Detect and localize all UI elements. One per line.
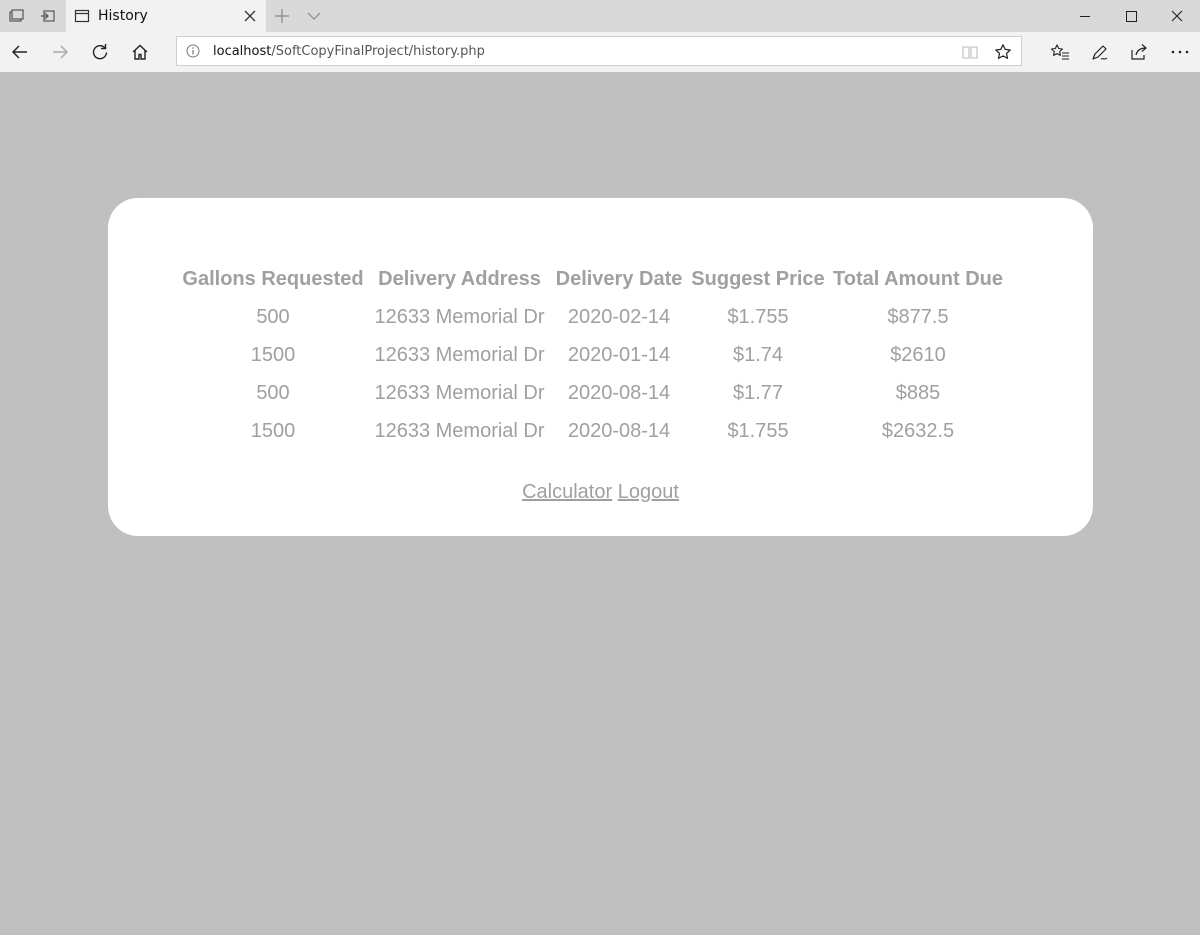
navigation-toolbar: localhost/SoftCopyFinalProject/history.p… bbox=[0, 32, 1200, 72]
header-delivery-date: Delivery Date bbox=[555, 267, 683, 290]
cell-price: $1.755 bbox=[727, 419, 789, 442]
cell-date: 2020-02-14 bbox=[567, 305, 671, 328]
calculator-link[interactable]: Calculator bbox=[522, 481, 612, 503]
table-row: 1500 12633 Memorial Dr 2020-01-14 $1.74 … bbox=[182, 336, 1003, 374]
header-gallons-requested: Gallons Requested bbox=[182, 267, 364, 290]
page-icon bbox=[74, 8, 90, 24]
cell-date: 2020-01-14 bbox=[567, 343, 671, 366]
logout-link[interactable]: Logout bbox=[618, 481, 679, 503]
cell-price: $1.755 bbox=[727, 305, 789, 328]
cell-gallons: 1500 bbox=[250, 343, 296, 366]
nav-links: Calculator Logout bbox=[108, 481, 1093, 504]
refresh-icon[interactable] bbox=[90, 42, 110, 62]
share-icon[interactable] bbox=[1129, 42, 1149, 62]
tab-history[interactable]: History bbox=[66, 0, 266, 32]
table-header-row: Gallons Requested Delivery Address Deliv… bbox=[182, 260, 1003, 298]
address-bar[interactable]: localhost/SoftCopyFinalProject/history.p… bbox=[176, 36, 1022, 66]
cell-total: $877.5 bbox=[887, 305, 949, 328]
reading-view-icon[interactable] bbox=[961, 43, 979, 61]
table-row: 500 12633 Memorial Dr 2020-02-14 $1.755 … bbox=[182, 298, 1003, 336]
back-arrow-icon[interactable] bbox=[10, 42, 30, 62]
cell-gallons: 500 bbox=[256, 381, 290, 404]
cell-price: $1.77 bbox=[732, 381, 784, 404]
cell-date: 2020-08-14 bbox=[567, 419, 671, 442]
url-host: localhost bbox=[213, 44, 272, 59]
web-note-pen-icon[interactable] bbox=[1090, 42, 1110, 62]
cell-date: 2020-08-14 bbox=[567, 381, 671, 404]
tab-groups-icon[interactable] bbox=[6, 6, 26, 26]
close-window-icon[interactable] bbox=[1167, 6, 1187, 26]
cell-price: $1.74 bbox=[732, 343, 784, 366]
tab-bar: History bbox=[0, 0, 1200, 32]
maximize-icon[interactable] bbox=[1121, 6, 1141, 26]
close-tab-icon[interactable] bbox=[242, 8, 258, 24]
cell-total: $885 bbox=[895, 381, 941, 404]
cell-total: $2632.5 bbox=[881, 419, 955, 442]
cell-total: $2610 bbox=[890, 343, 946, 366]
more-options-icon[interactable] bbox=[1170, 42, 1190, 62]
cell-address: 12633 Memorial Dr bbox=[374, 381, 545, 404]
minimize-icon[interactable] bbox=[1075, 6, 1095, 26]
header-total-amount-due: Total Amount Due bbox=[833, 267, 1003, 290]
set-aside-tabs-icon[interactable] bbox=[38, 6, 58, 26]
history-table: Gallons Requested Delivery Address Deliv… bbox=[174, 260, 1011, 450]
header-suggest-price: Suggest Price bbox=[691, 267, 825, 290]
new-tab-icon[interactable] bbox=[272, 6, 292, 26]
url-path: /SoftCopyFinalProject/history.php bbox=[271, 44, 485, 59]
forward-arrow-icon[interactable] bbox=[50, 42, 70, 62]
page-content: Gallons Requested Delivery Address Deliv… bbox=[0, 72, 1200, 935]
cell-address: 12633 Memorial Dr bbox=[374, 419, 545, 442]
cell-gallons: 1500 bbox=[250, 419, 296, 442]
table-row: 1500 12633 Memorial Dr 2020-08-14 $1.755… bbox=[182, 412, 1003, 450]
table-row: 500 12633 Memorial Dr 2020-08-14 $1.77 $… bbox=[182, 374, 1003, 412]
cell-gallons: 500 bbox=[256, 305, 290, 328]
favorites-hub-icon[interactable] bbox=[1050, 42, 1070, 62]
cell-address: 12633 Memorial Dr bbox=[374, 305, 545, 328]
tab-title: History bbox=[98, 8, 148, 24]
tab-preview-chevron-icon[interactable] bbox=[304, 6, 324, 26]
history-card: Gallons Requested Delivery Address Deliv… bbox=[108, 198, 1093, 536]
url-text[interactable]: localhost/SoftCopyFinalProject/history.p… bbox=[213, 44, 485, 59]
cell-address: 12633 Memorial Dr bbox=[374, 343, 545, 366]
site-info-icon[interactable] bbox=[186, 44, 200, 58]
header-delivery-address: Delivery Address bbox=[378, 267, 541, 290]
favorite-star-icon[interactable] bbox=[994, 43, 1012, 61]
home-icon[interactable] bbox=[130, 42, 150, 62]
